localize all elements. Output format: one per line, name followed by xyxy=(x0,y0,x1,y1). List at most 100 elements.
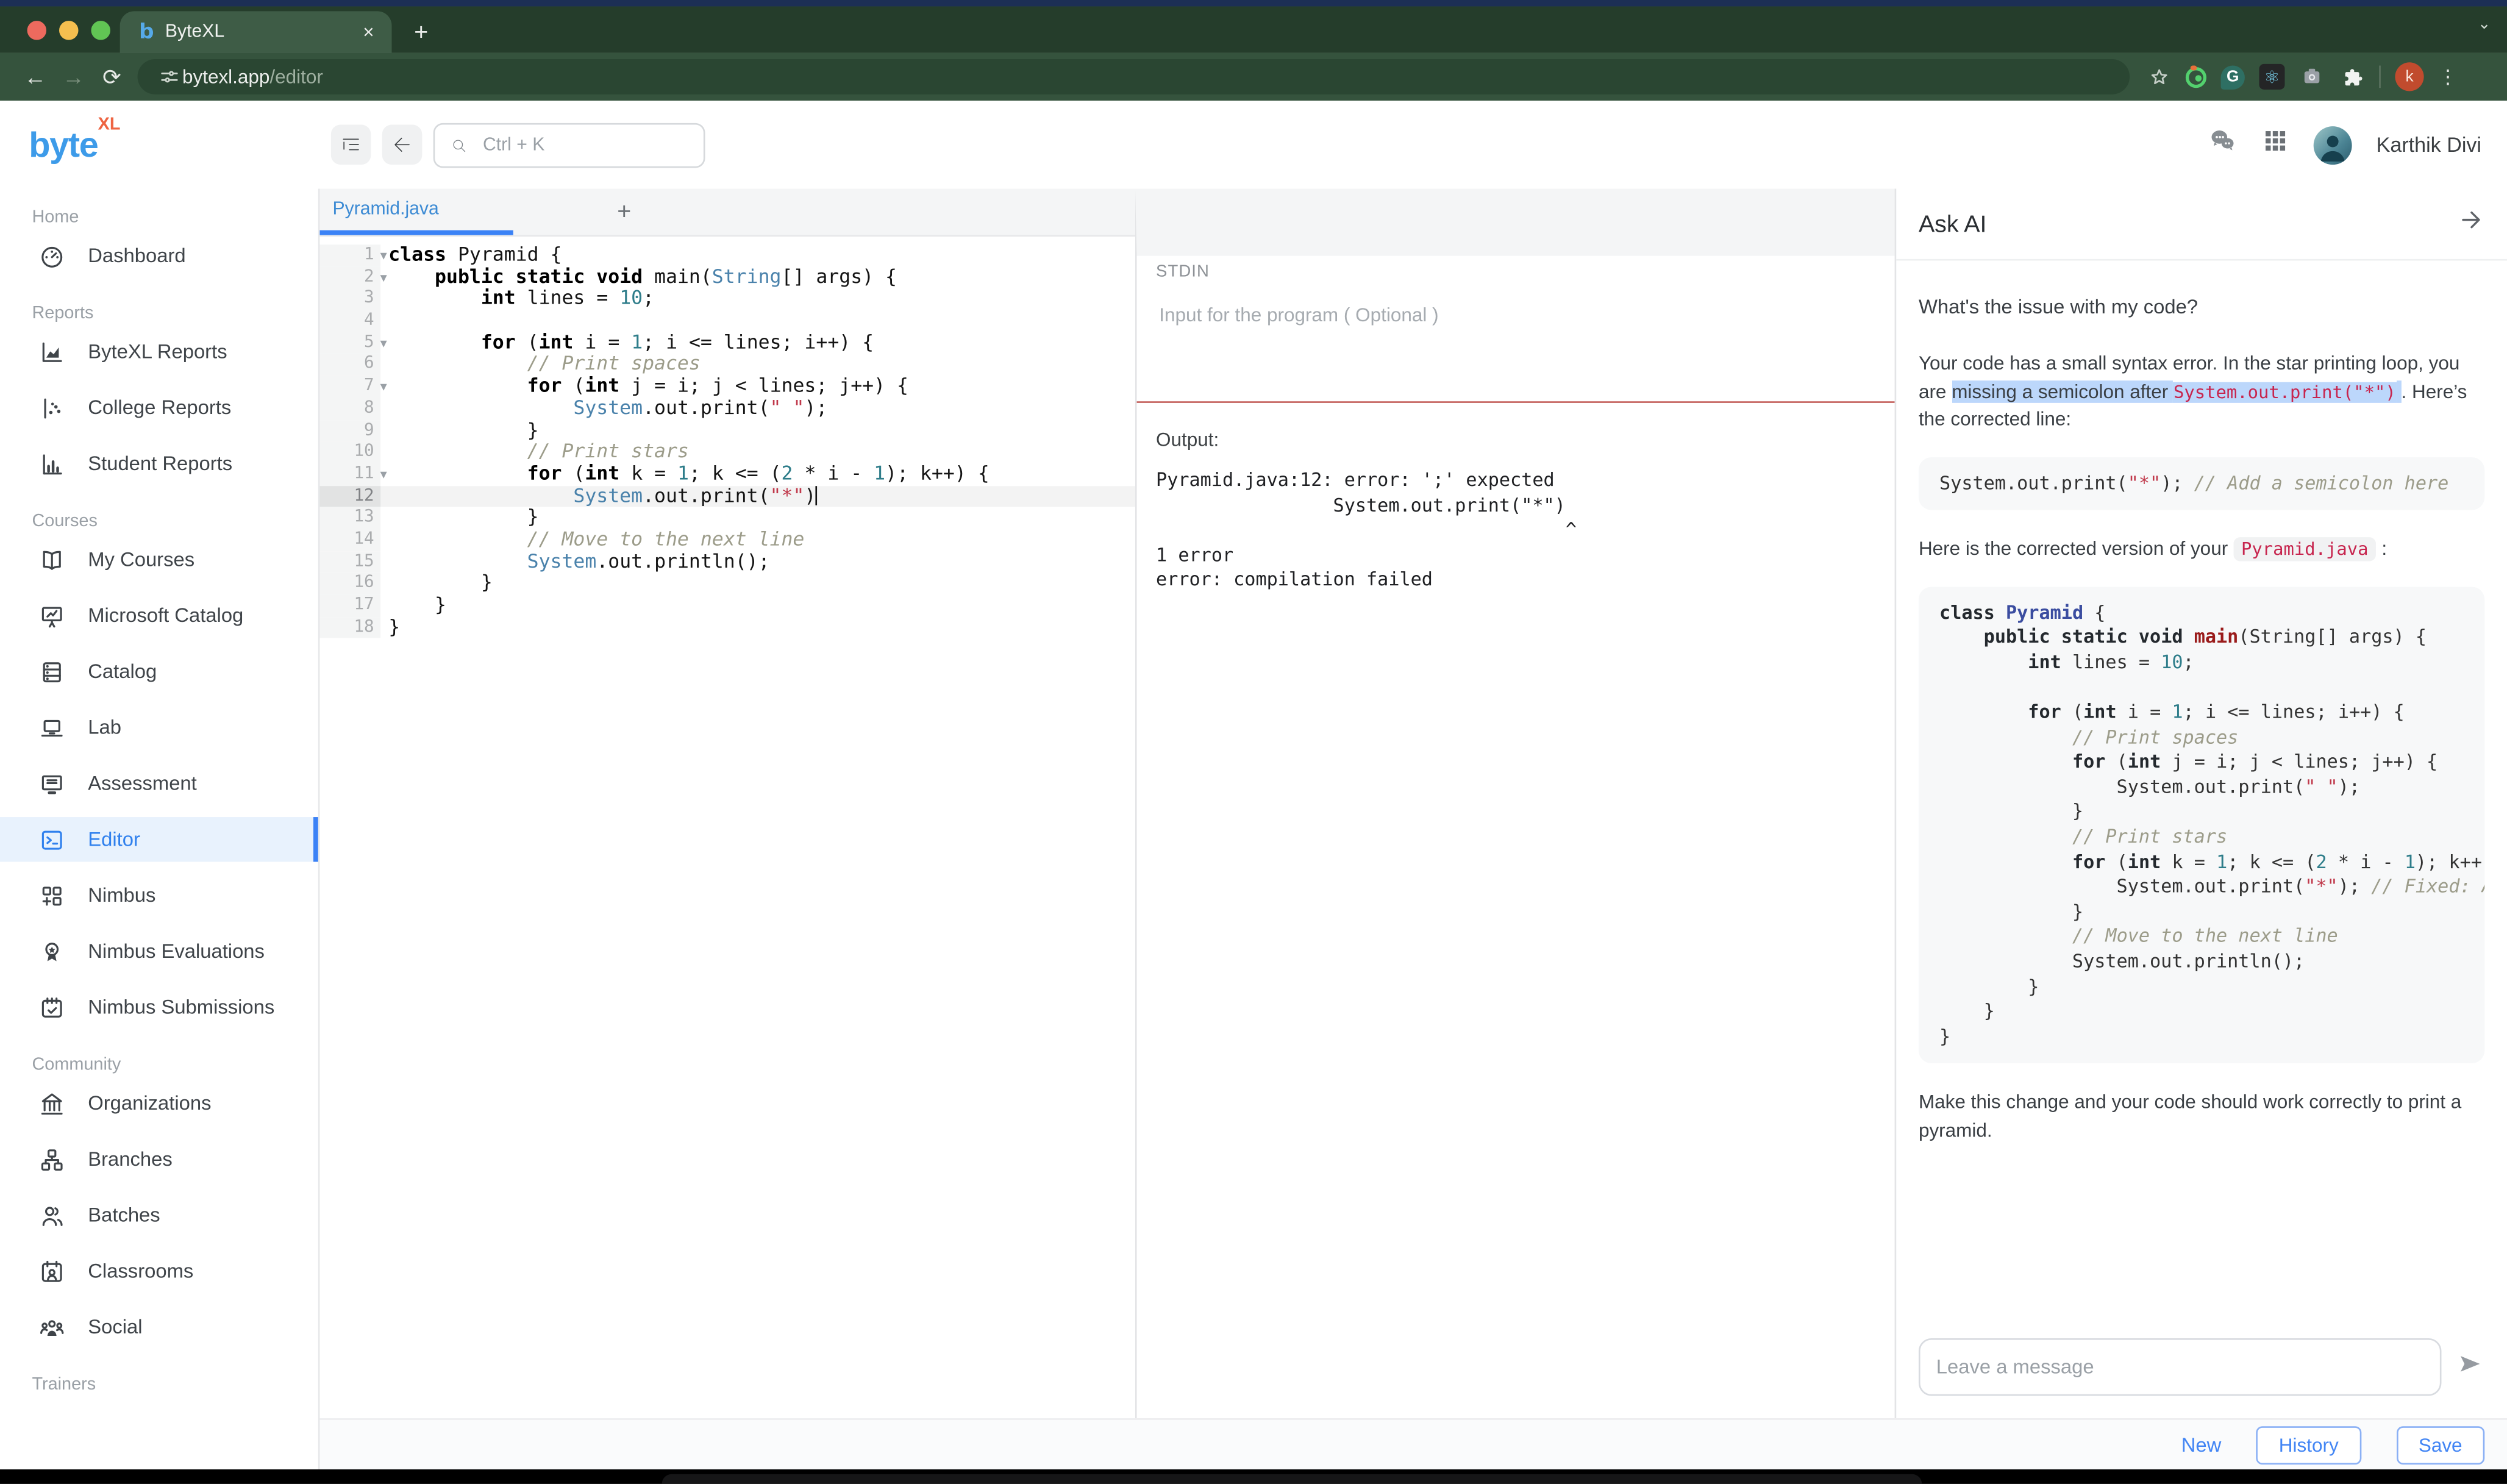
editor-line[interactable]: 9 } xyxy=(319,419,1135,441)
sidebar-item-lab[interactable]: Lab xyxy=(0,705,318,750)
history-button[interactable]: History xyxy=(2256,1425,2361,1464)
user-name[interactable]: Karthik Divi xyxy=(2377,133,2481,157)
ask-ai-header: Ask AI xyxy=(1896,188,2507,260)
corrected-file-code-block: class Pyramid { public static void main(… xyxy=(1919,586,2484,1063)
sidebar-item-label: Editor xyxy=(88,828,140,851)
global-search[interactable] xyxy=(433,123,705,167)
editor-line[interactable]: 3 int lines = 10; xyxy=(319,288,1135,310)
user-avatar[interactable] xyxy=(2314,126,2352,164)
sidebar-item-nimbus-evaluations[interactable]: Nimbus Evaluations xyxy=(0,929,318,974)
editor-line[interactable]: 13 } xyxy=(319,507,1135,529)
extension-orbit-icon[interactable] xyxy=(2186,66,2206,87)
editor-line[interactable]: 10 // Print stars xyxy=(319,441,1135,463)
sidebar-item-nimbus-submissions[interactable]: Nimbus Submissions xyxy=(0,985,318,1029)
window-maximize-button[interactable] xyxy=(91,21,110,40)
sidebar-item-dashboard[interactable]: Dashboard xyxy=(0,234,318,278)
editor-line[interactable]: 5▼ for (int i = 1; i <= lines; i++) { xyxy=(319,332,1135,354)
new-button[interactable]: New xyxy=(2181,1433,2222,1456)
toggle-sidebar-button[interactable] xyxy=(331,125,371,165)
editor-line[interactable]: 12 System.out.print("*") xyxy=(319,485,1135,507)
add-file-tab-button[interactable]: + xyxy=(617,198,631,235)
bytexl-logo[interactable]: byteXL xyxy=(29,124,120,165)
stdin-input[interactable] xyxy=(1156,301,1875,383)
browser-back-icon[interactable]: ← xyxy=(16,64,54,90)
tab-title: ByteXL xyxy=(165,23,358,41)
site-settings-icon[interactable] xyxy=(157,64,182,90)
sidebar-item-editor[interactable]: Editor xyxy=(0,817,318,862)
editor-line[interactable]: 7▼ for (int j = i; j < lines; j++) { xyxy=(319,376,1135,398)
collapse-panel-arrow-icon[interactable] xyxy=(2458,206,2485,241)
sidebar-item-label: ByteXL Reports xyxy=(88,341,227,363)
sidebar-item-bytexl-reports[interactable]: ByteXL Reports xyxy=(0,329,318,374)
extensions-puzzle-icon[interactable] xyxy=(2339,64,2365,90)
apps-grid-icon[interactable] xyxy=(2261,126,2290,163)
sidebar-item-label: Branches xyxy=(88,1148,172,1171)
desktop-strip xyxy=(0,0,2507,6)
address-bar[interactable]: bytexl.app/editor xyxy=(138,59,2130,95)
browser-profile-avatar[interactable]: k xyxy=(2395,62,2423,91)
sidebar-item-nimbus[interactable]: Nimbus xyxy=(0,873,318,918)
editor-line[interactable]: 15 System.out.println(); xyxy=(319,551,1135,573)
browser-tab[interactable]: b ByteXL × xyxy=(120,11,392,52)
sidebar-item-classrooms[interactable]: Classrooms xyxy=(0,1249,318,1293)
sidebar-item-assessment[interactable]: Assessment xyxy=(0,761,318,805)
tab-pyramid-java[interactable]: Pyramid.java xyxy=(319,188,513,235)
save-button[interactable]: Save xyxy=(2396,1425,2484,1464)
window-minimize-button[interactable] xyxy=(59,21,78,40)
editor-line[interactable]: 2▼ public static void main(String[] args… xyxy=(319,266,1135,288)
ai-message-input[interactable] xyxy=(1919,1338,2442,1396)
macos-dock xyxy=(662,1474,1922,1484)
code-editor-pane: Pyramid.java + 1▼class Pyramid {2▼ publi… xyxy=(319,188,1135,1418)
sidebar-item-label: Microsoft Catalog xyxy=(88,604,243,627)
dock-strip xyxy=(0,1469,2507,1484)
editor-line[interactable]: 14 // Move to the next line xyxy=(319,529,1135,551)
extension-camera-icon[interactable] xyxy=(2299,64,2325,90)
sidebar-item-microsoft-catalog[interactable]: Microsoft Catalog xyxy=(0,593,318,638)
ask-ai-conversation: What's the issue with my code? Your code… xyxy=(1896,260,2507,1322)
output-label: Output: xyxy=(1156,429,1875,451)
presentation-chart-icon xyxy=(38,602,66,629)
text-segment xyxy=(2396,380,2402,402)
new-tab-icon[interactable]: + xyxy=(414,19,428,52)
search-input[interactable] xyxy=(480,134,672,156)
monitor-lines-icon xyxy=(38,770,66,797)
browser-forward-icon[interactable]: → xyxy=(54,64,93,90)
back-button[interactable] xyxy=(382,125,423,165)
bar-chart-icon xyxy=(38,450,66,477)
browser-reload-icon[interactable]: ⟳ xyxy=(93,63,131,91)
extension-grammarly-icon[interactable]: G xyxy=(2221,65,2245,88)
browser-menu-icon[interactable]: ⋮ xyxy=(2438,66,2457,88)
bookmark-star-icon[interactable] xyxy=(2145,64,2171,90)
calendar-person-icon xyxy=(38,1258,66,1285)
editor-line[interactable]: 11▼ for (int k = 1; k <= (2 * i - 1); k+… xyxy=(319,463,1135,485)
editor-line[interactable]: 18} xyxy=(319,616,1135,638)
feedback-chat-icon[interactable] xyxy=(2208,126,2237,163)
editor-line[interactable]: 16 } xyxy=(319,573,1135,595)
sidebar-item-college-reports[interactable]: College Reports xyxy=(0,385,318,430)
sidebar-item-label: Nimbus Submissions xyxy=(88,996,274,1019)
editor-line[interactable]: 1▼class Pyramid { xyxy=(319,244,1135,266)
sidebar-item-branches[interactable]: Branches xyxy=(0,1137,318,1182)
ai-answer-outro: Make this change and your code should wo… xyxy=(1919,1090,2484,1146)
sidebar-item-organizations[interactable]: Organizations xyxy=(0,1081,318,1125)
sidebar-item-social[interactable]: Social xyxy=(0,1305,318,1349)
send-message-icon[interactable] xyxy=(2456,1349,2484,1385)
code-editor[interactable]: 1▼class Pyramid {2▼ public static void m… xyxy=(319,237,1135,1418)
sidebar-item-catalog[interactable]: Catalog xyxy=(0,649,318,694)
sidebar-item-batches[interactable]: Batches xyxy=(0,1193,318,1237)
tab-close-icon[interactable]: × xyxy=(358,21,379,43)
sidebar-item-student-reports[interactable]: Student Reports xyxy=(0,441,318,486)
calendar-check-icon xyxy=(38,994,66,1021)
editor-line[interactable]: 17 } xyxy=(319,595,1135,617)
sidebar-item-my-courses[interactable]: My Courses xyxy=(0,537,318,582)
editor-line[interactable]: 4 xyxy=(319,310,1135,332)
editor-line[interactable]: 8 System.out.print(" "); xyxy=(319,398,1135,419)
sidebar-item-label: Catalog xyxy=(88,660,157,683)
extension-react-icon[interactable]: ⚛ xyxy=(2259,64,2285,90)
window-close-button[interactable] xyxy=(27,21,46,40)
tab-search-chevron-icon[interactable]: ⌄ xyxy=(2478,16,2491,34)
sidebar-section-label: Community xyxy=(0,1052,318,1081)
bytexl-favicon: b xyxy=(139,20,154,44)
editor-line[interactable]: 6 // Print spaces xyxy=(319,354,1135,376)
window-controls xyxy=(27,21,110,40)
